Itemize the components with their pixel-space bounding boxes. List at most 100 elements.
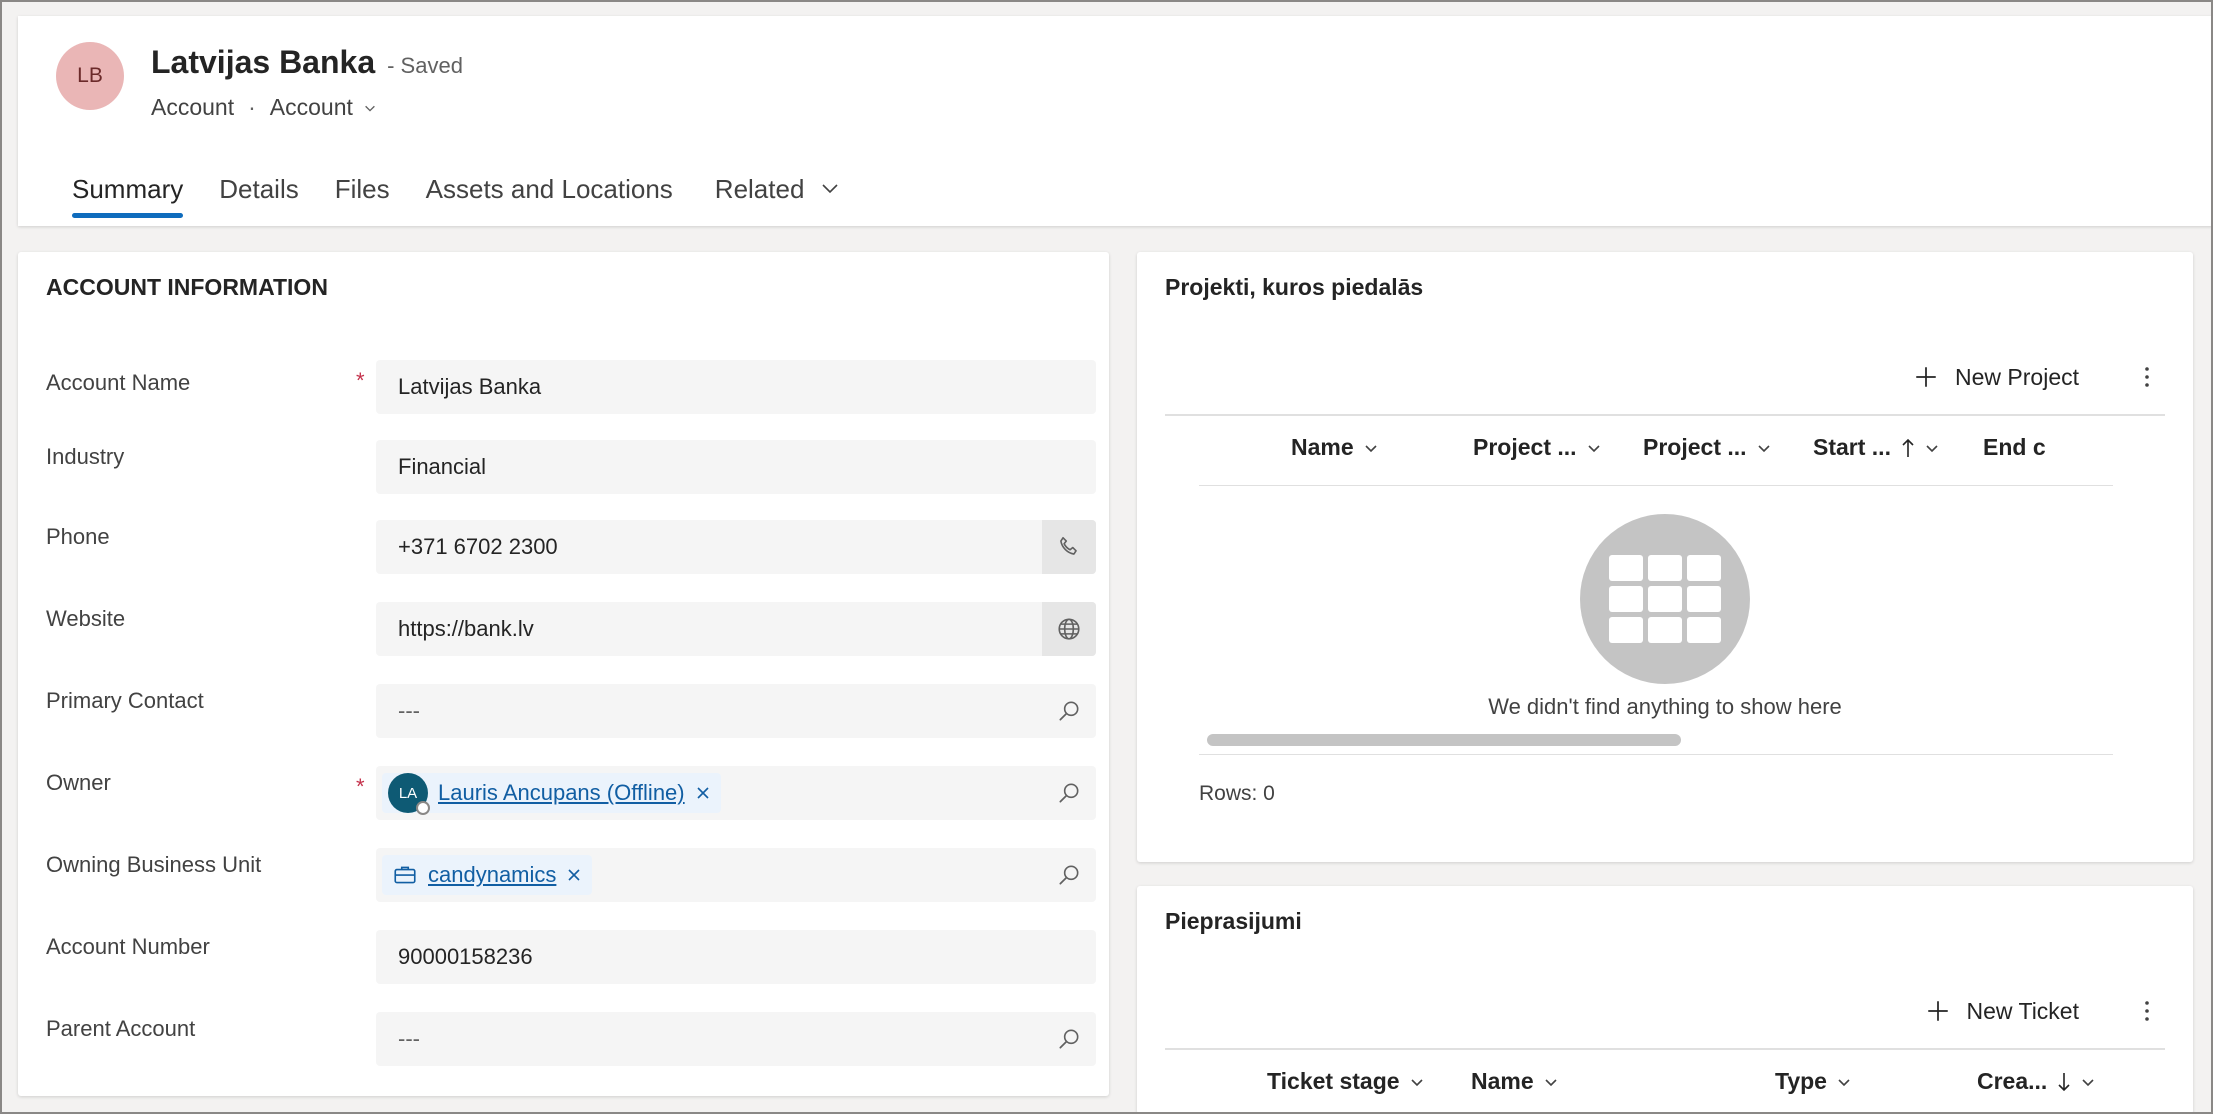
field-value: Financial: [398, 454, 487, 479]
tab-assets-and-locations[interactable]: Assets and Locations: [408, 154, 691, 218]
required-indicator: *: [356, 368, 365, 393]
chevron-down-icon: [2082, 1078, 2094, 1086]
column-label: Project ...: [1643, 434, 1747, 460]
account-number-field[interactable]: 90000158236: [376, 930, 1096, 984]
lookup-search-button[interactable]: [1042, 848, 1096, 902]
remove-owner-icon[interactable]: [695, 785, 711, 801]
tab-summary[interactable]: Summary: [54, 154, 201, 218]
record-header: LB Latvijas Banka - Saved Account · Acco…: [18, 16, 2213, 226]
column-label: Start ...: [1813, 434, 1891, 460]
chevron-down-icon: [365, 105, 375, 112]
chevron-down-icon: [1410, 1078, 1423, 1086]
chevron-down-icon: [1545, 1078, 1557, 1086]
phone-row: Phone +371 6702 2300: [46, 520, 1096, 578]
phone-icon: [1060, 536, 1077, 555]
subgrid-title: Pieprasijumi: [1165, 908, 1302, 934]
more-commands-button[interactable]: [2135, 362, 2159, 392]
sort-descending-icon: [2058, 1072, 2070, 1091]
new-project-button[interactable]: New Project: [1913, 364, 2079, 391]
tab-label: Files: [334, 174, 390, 204]
column-label: Crea...: [1977, 1068, 2048, 1094]
business-unit-link[interactable]: candynamics: [428, 862, 556, 888]
field-value: +371 6702 2300: [398, 534, 558, 559]
column-header-project-2[interactable]: Project ...: [1643, 434, 1771, 461]
section-title: ACCOUNT INFORMATION: [46, 274, 328, 300]
field-label: Industry: [46, 444, 125, 469]
projects-grid-header: Name Project ... Project ... Start ... E…: [1199, 416, 2113, 486]
horizontal-scrollbar[interactable]: [1207, 734, 1681, 746]
tab-label: Summary: [72, 174, 184, 204]
primary-contact-row: Primary Contact ---: [46, 684, 1096, 742]
lookup-search-button[interactable]: [1042, 684, 1096, 738]
tab-files[interactable]: Files: [317, 154, 408, 218]
open-website-button[interactable]: [1042, 602, 1096, 656]
column-label: Type: [1775, 1068, 1827, 1094]
presence-status-icon: [416, 801, 430, 815]
account-information-section: ACCOUNT INFORMATION Account Name * Latvi…: [18, 252, 1109, 1096]
more-commands-button[interactable]: [2135, 996, 2159, 1026]
field-label: Parent Account: [46, 1016, 196, 1041]
account-number-row: Account Number 90000158236: [46, 930, 1096, 988]
account-name-row: Account Name * Latvijas Banka: [46, 360, 1096, 418]
search-icon: [1059, 1029, 1079, 1049]
remove-business-unit-icon[interactable]: [566, 867, 582, 883]
field-label: Account Number: [46, 934, 210, 959]
more-vertical-icon: [2145, 1001, 2149, 1021]
new-ticket-button[interactable]: New Ticket: [1925, 998, 2079, 1025]
column-label: Ticket stage: [1267, 1068, 1400, 1094]
field-label: Owner: [46, 770, 111, 795]
parent-account-field[interactable]: ---: [376, 1012, 1096, 1066]
owner-field[interactable]: LA Lauris Ancupans (Offline): [376, 766, 1096, 820]
column-header-start[interactable]: Start ...: [1813, 434, 1939, 461]
column-header-end[interactable]: End c: [1983, 434, 2046, 461]
projects-subgrid: Projekti, kuros piedalās New Project Nam…: [1137, 252, 2193, 862]
tab-label: Details: [219, 174, 299, 204]
call-button[interactable]: [1042, 520, 1096, 574]
industry-field[interactable]: Financial: [376, 440, 1096, 494]
empty-message: We didn't find anything to show here: [1488, 694, 1842, 719]
field-label: Primary Contact: [46, 688, 204, 713]
column-header-created[interactable]: Crea...: [1977, 1068, 2095, 1095]
field-label: Phone: [46, 524, 110, 549]
entity-line: Account · Account: [151, 94, 377, 121]
industry-row: Industry Financial: [46, 440, 1096, 498]
column-header-name[interactable]: Name: [1291, 434, 1378, 461]
column-header-project-1[interactable]: Project ...: [1473, 434, 1601, 461]
tab-related[interactable]: Related: [697, 154, 859, 218]
plus-icon: [1916, 367, 1936, 387]
form-selector-label: Account: [269, 94, 353, 120]
column-header-ticket-stage[interactable]: Ticket stage: [1267, 1068, 1424, 1095]
search-icon: [1059, 783, 1079, 803]
record-avatar: LB: [56, 42, 124, 110]
website-field[interactable]: https://bank.lv: [376, 602, 1096, 656]
account-name-field[interactable]: Latvijas Banka: [376, 360, 1096, 414]
separator-dot: ·: [248, 94, 256, 120]
owner-initials: LA: [398, 784, 418, 802]
entity-name: Account: [151, 94, 235, 120]
column-label: Name: [1471, 1068, 1534, 1094]
chevron-down-icon: [1587, 444, 1600, 452]
tab-details[interactable]: Details: [201, 154, 316, 218]
chevron-down-icon: [1926, 444, 1938, 452]
chevron-down-icon: [1757, 444, 1770, 452]
primary-contact-field[interactable]: ---: [376, 684, 1096, 738]
chevron-down-icon: [822, 184, 838, 194]
lookup-search-button[interactable]: [1042, 766, 1096, 820]
column-label: End c: [1983, 434, 2046, 460]
projects-command-bar: New Project: [1913, 362, 2159, 392]
phone-field[interactable]: +371 6702 2300: [376, 520, 1096, 574]
lookup-search-button[interactable]: [1042, 1012, 1096, 1066]
column-header-type[interactable]: Type: [1775, 1068, 1851, 1095]
chevron-down-icon: [1838, 1078, 1850, 1086]
field-value: 90000158236: [398, 944, 533, 969]
tab-list: Summary Details Files Assets and Locatio…: [54, 154, 858, 224]
owning-business-unit-field[interactable]: candynamics: [376, 848, 1096, 902]
column-label: Project ...: [1473, 434, 1577, 460]
column-header-name[interactable]: Name: [1471, 1068, 1558, 1095]
owning-business-unit-row: Owning Business Unit candynamics: [46, 848, 1096, 906]
tab-label: Related: [714, 174, 805, 204]
owner-link[interactable]: Lauris Ancupans (Offline): [438, 780, 685, 806]
field-value: https://bank.lv: [398, 616, 534, 641]
grid-icon: [1609, 555, 1721, 643]
form-selector[interactable]: Account: [270, 94, 377, 121]
